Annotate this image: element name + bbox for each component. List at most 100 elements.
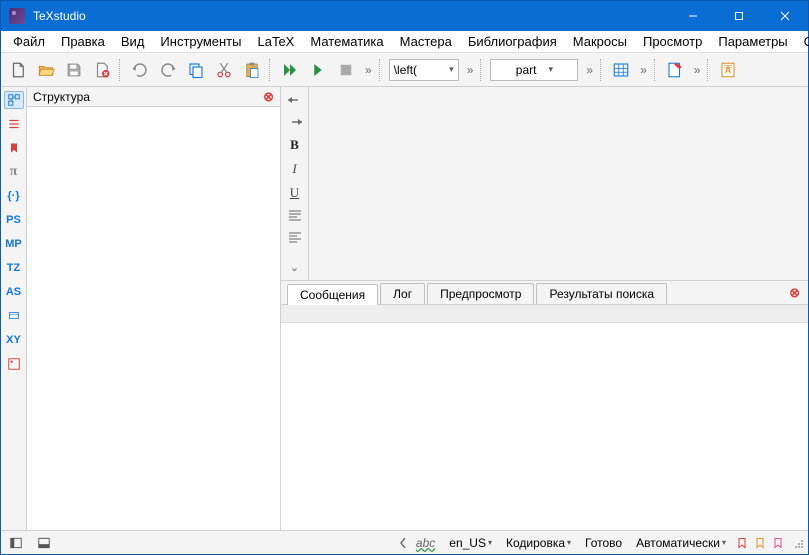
copy-button[interactable] (183, 57, 209, 83)
menu-bibliography[interactable]: Библиография (460, 32, 565, 51)
chevron-down-icon: ▾ (488, 538, 492, 547)
text-lines2-icon[interactable] (286, 230, 304, 244)
svg-text:A: A (725, 65, 732, 75)
overflow-icon[interactable]: » (582, 63, 596, 77)
separator (600, 59, 604, 81)
bookmark-tab-icon[interactable] (4, 139, 24, 157)
underline-button[interactable]: U (286, 185, 304, 201)
status-ready: Готово (581, 536, 626, 550)
menu-macros[interactable]: Макросы (565, 32, 635, 51)
chevron-down-icon: ▾ (548, 64, 553, 75)
pstricks-tab[interactable]: PS (4, 211, 24, 229)
view-pdf-button[interactable]: A (715, 57, 741, 83)
align-left-icon[interactable] (286, 93, 304, 107)
menu-preview[interactable]: Просмотр (635, 32, 710, 51)
bookmark-orange-icon[interactable] (754, 536, 766, 550)
overflow-icon[interactable]: » (636, 63, 650, 77)
save-button[interactable] (61, 57, 87, 83)
maximize-button[interactable] (716, 1, 762, 31)
close-button[interactable] (762, 1, 808, 31)
menu-view[interactable]: Вид (113, 32, 153, 51)
open-file-button[interactable] (33, 57, 59, 83)
pdf-preview-button[interactable] (662, 57, 688, 83)
language-selector[interactable]: en_US▾ (445, 536, 496, 550)
tikz-tab[interactable]: TZ (4, 259, 24, 277)
menu-edit[interactable]: Правка (53, 32, 113, 51)
paste-button[interactable] (239, 57, 265, 83)
bookmark-red-icon[interactable] (736, 536, 748, 550)
close-messages-icon[interactable]: ⊗ (789, 285, 800, 301)
separator (707, 59, 711, 81)
build-run-button[interactable] (277, 57, 303, 83)
bold-button[interactable]: B (286, 137, 304, 153)
titlebar: TeXstudio (1, 1, 808, 31)
toolbar: » \left(▾ » part ▾ » » » A (1, 53, 808, 87)
undo-button[interactable] (127, 57, 153, 83)
metapost-tab[interactable]: MP (4, 235, 24, 253)
tab-log[interactable]: Лог (380, 283, 425, 304)
expand-icon[interactable]: ⌄ (286, 260, 304, 274)
overflow-icon[interactable]: » (463, 63, 477, 77)
overflow-icon[interactable]: » (361, 63, 375, 77)
menu-tools[interactable]: Инструменты (152, 32, 249, 51)
menubar: Файл Правка Вид Инструменты LaTeX Матема… (1, 31, 808, 53)
messages-tabs: Сообщения Лог Предпросмотр Результаты по… (281, 281, 808, 305)
redo-button[interactable] (155, 57, 181, 83)
messages-panel: Сообщения Лог Предпросмотр Результаты по… (281, 280, 808, 530)
spellcheck-indicator[interactable]: abc (412, 536, 439, 550)
window-title: TeXstudio (33, 9, 670, 23)
tab-messages[interactable]: Сообщения (287, 284, 378, 305)
structure-tab-icon[interactable] (4, 91, 24, 109)
menu-wizards[interactable]: Мастера (392, 32, 460, 51)
align-right-icon[interactable] (286, 115, 304, 129)
left-paren-combo[interactable]: \left(▾ (389, 59, 459, 81)
asymptote-tab[interactable]: AS (4, 283, 24, 301)
resize-grip-icon[interactable] (794, 538, 804, 548)
menu-file[interactable]: Файл (5, 32, 53, 51)
main-area: π {·} PS MP TZ AS XY Структура ⊗ B I (1, 87, 808, 530)
chevron-left-icon[interactable] (400, 537, 406, 549)
chevron-down-icon: ▾ (567, 538, 571, 547)
combo-label: part (516, 63, 537, 77)
menu-options[interactable]: Параметры (710, 32, 795, 51)
panel-toggle-bottom-icon[interactable] (33, 534, 55, 552)
messages-body[interactable] (281, 323, 808, 530)
stop-button[interactable] (333, 57, 359, 83)
lineending-selector[interactable]: Автоматически▾ (632, 536, 730, 550)
menu-help[interactable]: Справка (796, 32, 809, 51)
new-file-button[interactable] (5, 57, 31, 83)
encoding-selector[interactable]: Кодировка▾ (502, 536, 575, 550)
favorites-tab-icon[interactable] (4, 355, 24, 373)
table-button[interactable] (608, 57, 634, 83)
panel-toggle-left-icon[interactable] (5, 534, 27, 552)
overflow-icon[interactable]: » (690, 63, 704, 77)
bookmark-pink-icon[interactable] (772, 536, 784, 550)
tab-search-results[interactable]: Результаты поиска (536, 283, 667, 304)
minimize-button[interactable] (670, 1, 716, 31)
menu-latex[interactable]: LaTeX (249, 32, 302, 51)
close-panel-icon[interactable]: ⊗ (263, 89, 274, 105)
cut-button[interactable] (211, 57, 237, 83)
section-combo[interactable]: part ▾ (490, 59, 578, 81)
right-column: B I U ⌄ Сообщения Лог Предпросмотр Резул… (281, 87, 808, 530)
tab-preview[interactable]: Предпросмотр (427, 283, 534, 304)
separator (379, 59, 383, 81)
compile-button[interactable] (305, 57, 331, 83)
list-tab-icon[interactable] (4, 115, 24, 133)
text-lines-icon[interactable] (286, 209, 304, 223)
side-iconstrip: π {·} PS MP TZ AS XY (1, 87, 27, 530)
xy-tab[interactable]: XY (4, 331, 24, 349)
symbols-greek-icon[interactable]: π (4, 163, 24, 181)
menu-math[interactable]: Математика (302, 32, 391, 51)
left-column: π {·} PS MP TZ AS XY Структура ⊗ (1, 87, 281, 530)
chevron-down-icon: ▾ (449, 64, 454, 75)
format-strip: B I U ⌄ (281, 87, 309, 280)
structure-header: Структура ⊗ (27, 87, 280, 107)
symbols-brackets-icon[interactable]: {·} (4, 187, 24, 205)
beamer-tab-icon[interactable] (4, 307, 24, 325)
italic-button[interactable]: I (286, 161, 304, 177)
structure-body[interactable] (27, 107, 280, 530)
close-file-button[interactable] (89, 57, 115, 83)
editor-area[interactable] (309, 87, 808, 280)
separator (119, 59, 123, 81)
